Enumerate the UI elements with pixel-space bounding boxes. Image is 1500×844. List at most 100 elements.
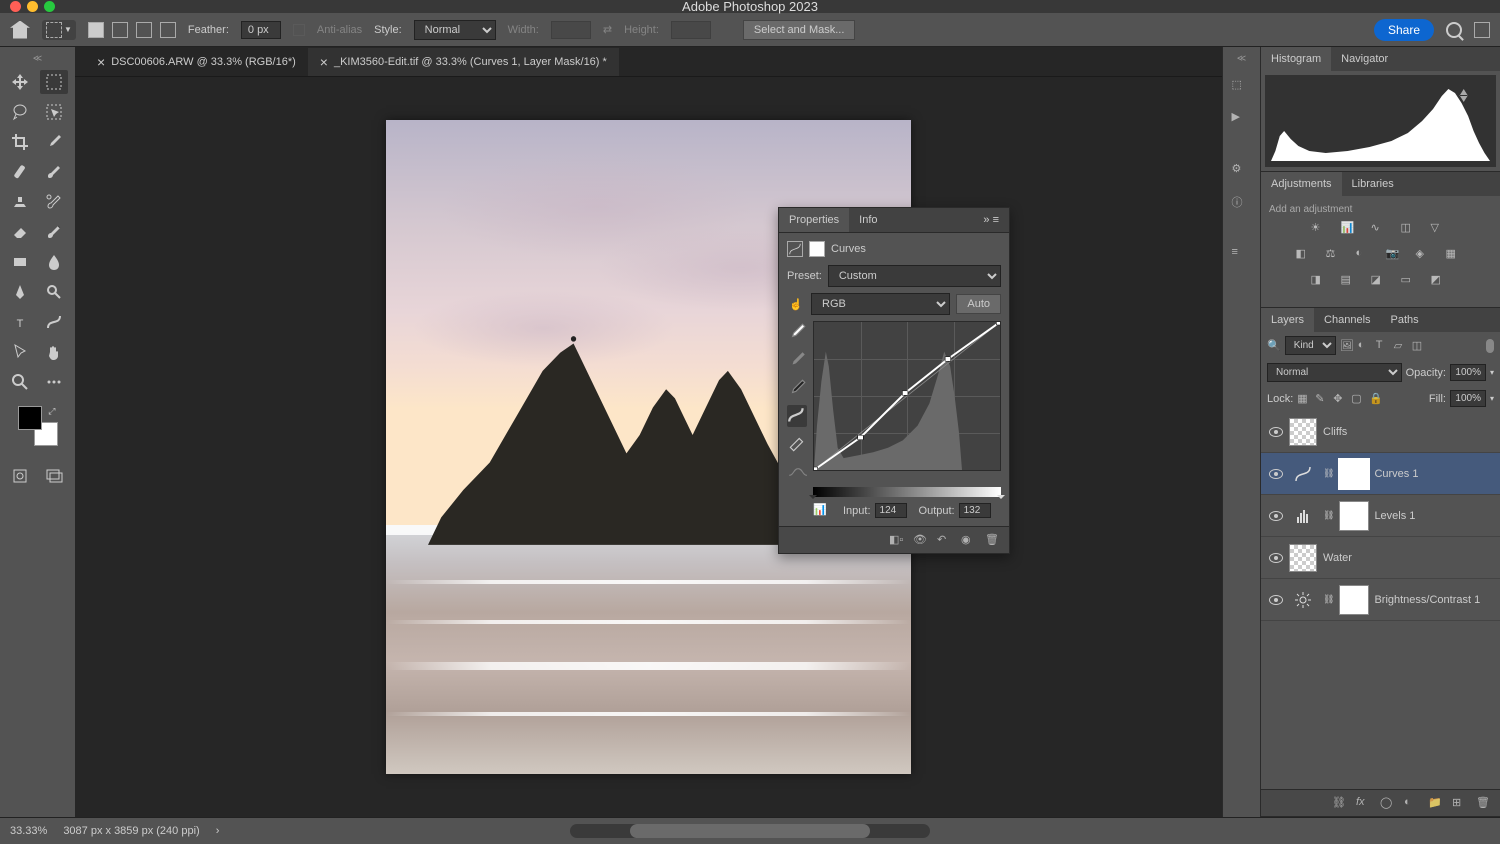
- path-tool[interactable]: [40, 310, 68, 334]
- link-mask-icon[interactable]: ⛓: [1323, 594, 1334, 605]
- horizontal-scrollbar[interactable]: [570, 824, 930, 838]
- screen-mode-icon[interactable]: [40, 464, 68, 488]
- adjustments-panel-icon[interactable]: ⚙: [1232, 162, 1252, 180]
- layer-row[interactable]: ⛓ Brightness/Contrast 1: [1261, 579, 1500, 621]
- search-icon[interactable]: [1446, 22, 1462, 38]
- hand-tool[interactable]: [40, 340, 68, 364]
- lock-position-icon[interactable]: ✥: [1333, 392, 1347, 406]
- layer-row[interactable]: Cliffs: [1261, 411, 1500, 453]
- pen-tool[interactable]: [6, 280, 34, 304]
- colorlookup-adj-icon[interactable]: ▦: [1446, 247, 1466, 265]
- curve-point-tool-icon[interactable]: [787, 405, 807, 427]
- vibrance-adj-icon[interactable]: ▽: [1431, 221, 1451, 239]
- brushes-panel-icon[interactable]: ⬚: [1232, 78, 1252, 96]
- levels-adj-icon[interactable]: 📊: [1341, 221, 1361, 239]
- histogram-tab[interactable]: Histogram: [1261, 47, 1331, 71]
- curve-draw-tool-icon[interactable]: [787, 433, 807, 455]
- mask-icon[interactable]: [809, 241, 825, 257]
- link-layers-icon[interactable]: ⛓: [1332, 796, 1348, 810]
- paragraph-panel-icon[interactable]: ≡: [1232, 246, 1252, 264]
- add-mask-icon[interactable]: ◯: [1380, 796, 1396, 810]
- auto-button[interactable]: Auto: [956, 294, 1001, 314]
- adjustments-tab[interactable]: Adjustments: [1261, 172, 1342, 196]
- tool-preset-selector[interactable]: ▼: [42, 20, 76, 40]
- dodge-tool[interactable]: [40, 280, 68, 304]
- reset-icon[interactable]: ↶: [937, 533, 953, 547]
- new-layer-icon[interactable]: ⊞: [1452, 796, 1468, 810]
- layer-name[interactable]: Cliffs: [1323, 426, 1347, 438]
- lock-paint-icon[interactable]: ✎: [1315, 392, 1329, 406]
- curves-graph[interactable]: [813, 321, 1001, 471]
- white-slider[interactable]: [997, 495, 1005, 503]
- smooth-curve-icon[interactable]: [787, 461, 807, 483]
- layer-thumbnail[interactable]: [1289, 544, 1317, 572]
- minimize-window-icon[interactable]: [27, 1, 38, 12]
- channel-select[interactable]: RGB: [811, 293, 950, 315]
- invert-adj-icon[interactable]: ◨: [1311, 273, 1331, 291]
- curves-adj-icon[interactable]: ∿: [1371, 221, 1391, 239]
- type-tool[interactable]: T: [6, 310, 34, 334]
- delete-layer-icon[interactable]: 🗑: [1476, 796, 1492, 810]
- document-tab-2[interactable]: ×_KIM3560-Edit.tif @ 33.3% (Curves 1, La…: [308, 48, 619, 76]
- brightness-adj-thumbnail[interactable]: [1289, 586, 1317, 614]
- navigator-tab[interactable]: Navigator: [1331, 47, 1398, 71]
- layer-mask-thumbnail[interactable]: [1340, 502, 1368, 530]
- select-and-mask-button[interactable]: Select and Mask...: [743, 20, 856, 40]
- blend-mode-select[interactable]: Normal: [1267, 363, 1402, 382]
- filter-smart-icon[interactable]: ◫: [1412, 339, 1426, 353]
- close-window-icon[interactable]: [10, 1, 21, 12]
- eyedropper-tool[interactable]: [40, 130, 68, 154]
- object-select-tool[interactable]: [40, 100, 68, 124]
- eraser-tool[interactable]: [6, 220, 34, 244]
- layer-mask-thumbnail[interactable]: [1340, 460, 1368, 488]
- output-field[interactable]: [959, 503, 991, 518]
- filter-adj-icon[interactable]: ◐: [1358, 339, 1372, 353]
- layer-thumbnail[interactable]: [1289, 418, 1317, 446]
- gradient-tool[interactable]: [40, 220, 68, 244]
- color-swatches[interactable]: ⤢: [18, 406, 58, 446]
- libraries-tab[interactable]: Libraries: [1342, 172, 1404, 196]
- filter-shape-icon[interactable]: ▱: [1394, 339, 1408, 353]
- opacity-input[interactable]: [1450, 364, 1486, 381]
- blur-tool[interactable]: [40, 250, 68, 274]
- layer-row[interactable]: ⛓ Curves 1: [1261, 453, 1500, 495]
- channelmixer-adj-icon[interactable]: ◈: [1416, 247, 1436, 265]
- move-tool[interactable]: [6, 70, 34, 94]
- crop-tool[interactable]: [6, 130, 34, 154]
- histo-toggle-icon[interactable]: 📊: [813, 503, 831, 518]
- black-sampler-icon[interactable]: [787, 377, 807, 399]
- close-tab-icon[interactable]: ×: [97, 54, 105, 70]
- channels-tab[interactable]: Channels: [1314, 308, 1380, 332]
- visibility-toggle-icon[interactable]: [1269, 469, 1283, 479]
- layer-row[interactable]: Water: [1261, 537, 1500, 579]
- history-brush-tool[interactable]: [40, 190, 68, 214]
- add-selection-icon[interactable]: [112, 22, 128, 38]
- fill-tool[interactable]: [6, 250, 34, 274]
- visibility-toggle-icon[interactable]: [1269, 427, 1283, 437]
- brush-tool[interactable]: [40, 160, 68, 184]
- filter-pixel-icon[interactable]: 🖼: [1340, 339, 1354, 353]
- filter-toggle[interactable]: [1486, 339, 1494, 353]
- intersect-selection-icon[interactable]: [160, 22, 176, 38]
- photofilter-adj-icon[interactable]: 📷: [1386, 247, 1406, 265]
- toggle-visibility-icon[interactable]: 👁: [913, 533, 929, 547]
- new-adjustment-icon[interactable]: ◐: [1404, 796, 1420, 810]
- doc-info-more-icon[interactable]: ›: [216, 825, 220, 837]
- document-tab-1[interactable]: ×DSC00606.ARW @ 33.3% (RGB/16*): [85, 48, 308, 76]
- black-slider[interactable]: [809, 495, 817, 503]
- layer-name[interactable]: Curves 1: [1374, 468, 1418, 480]
- exposure-adj-icon[interactable]: ◫: [1401, 221, 1421, 239]
- marquee-tool[interactable]: [40, 70, 68, 94]
- lock-pixels-icon[interactable]: ▦: [1297, 392, 1311, 406]
- layer-row[interactable]: ⛓ Levels 1: [1261, 495, 1500, 537]
- visibility-toggle-icon[interactable]: [1269, 553, 1283, 563]
- link-mask-icon[interactable]: ⛓: [1323, 468, 1334, 479]
- layer-fx-icon[interactable]: fx: [1356, 796, 1372, 810]
- foreground-color[interactable]: [18, 406, 42, 430]
- link-mask-icon[interactable]: ⛓: [1323, 510, 1334, 521]
- actions-panel-icon[interactable]: ▶: [1232, 110, 1252, 128]
- layer-name[interactable]: Levels 1: [1374, 510, 1415, 522]
- workspace-icon[interactable]: [1474, 22, 1490, 38]
- filter-type-icon[interactable]: T: [1376, 339, 1390, 353]
- info-tab[interactable]: Info: [849, 208, 887, 232]
